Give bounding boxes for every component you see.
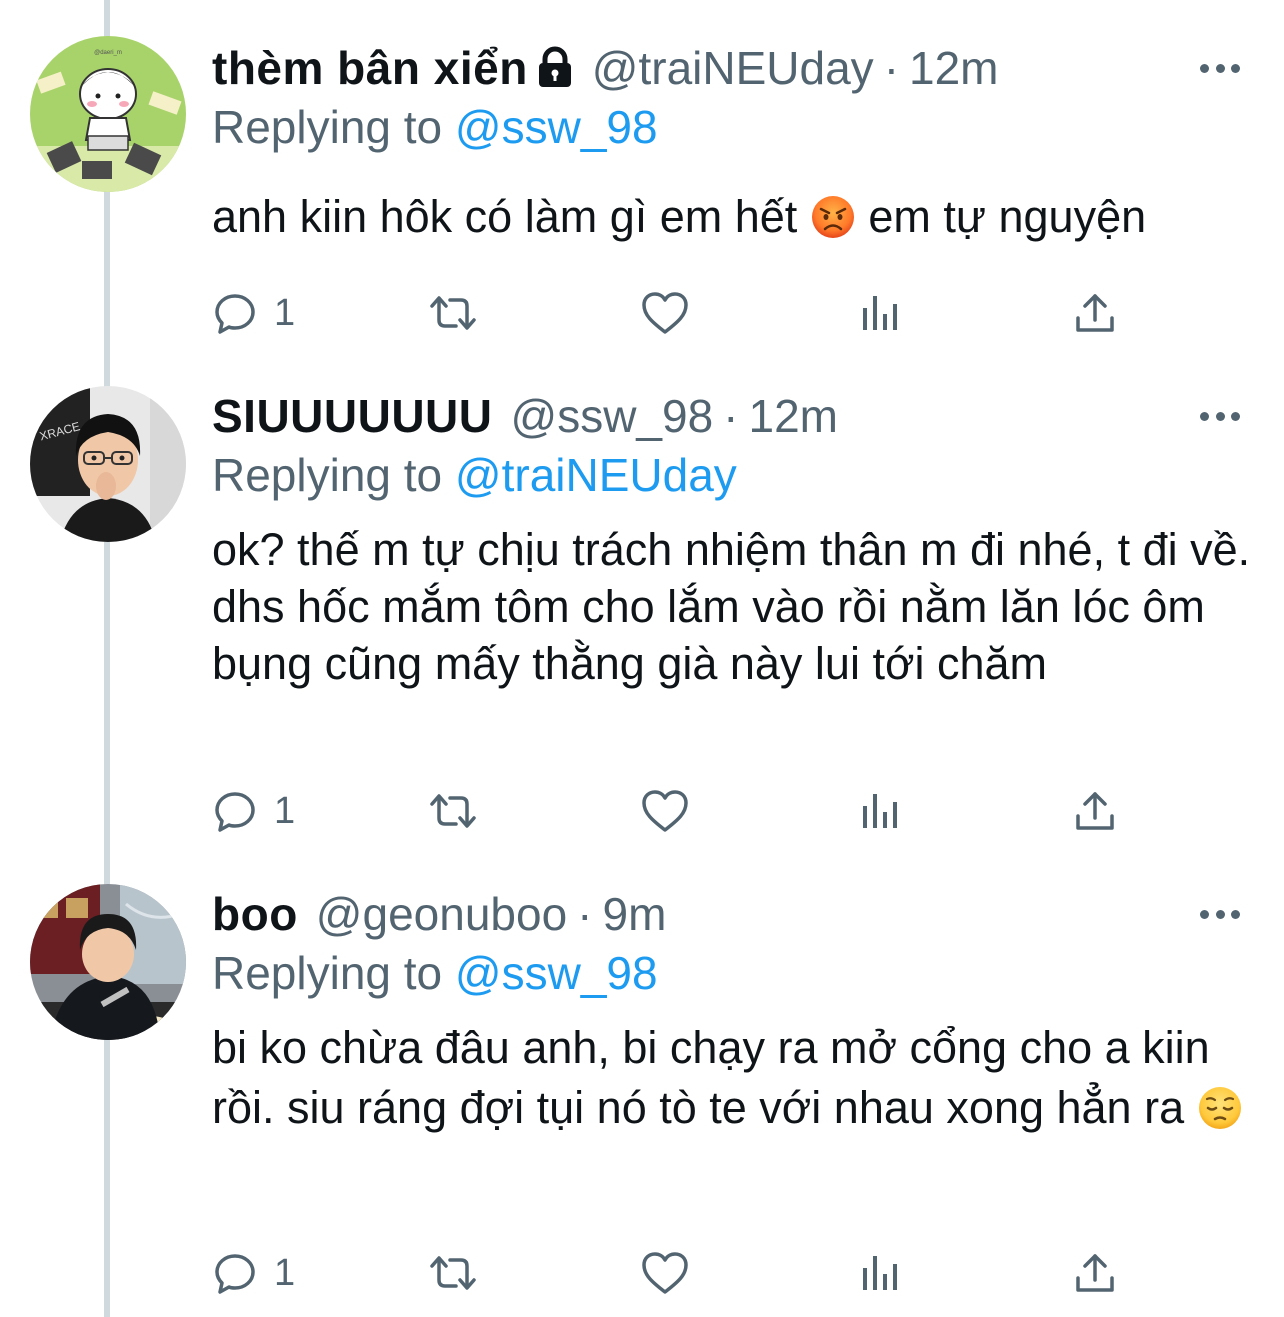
retweet-icon — [430, 794, 476, 828]
retweet-icon — [430, 1256, 476, 1290]
share-icon — [1076, 792, 1114, 830]
display-name[interactable]: boo — [212, 887, 298, 941]
tweet-text-part-1: anh kiin hôk có làm gì em hết — [212, 191, 798, 242]
retweet-icon — [430, 296, 476, 330]
reply-count: 1 — [274, 291, 296, 334]
reply-icon — [215, 792, 255, 832]
heart-icon — [642, 1252, 688, 1294]
like-button[interactable] — [640, 1248, 690, 1298]
replying-to-line: Replying to @traiNEUday — [212, 448, 737, 502]
heart-icon — [642, 790, 688, 832]
analytics-button[interactable] — [858, 786, 904, 836]
reply-button[interactable]: 1 — [212, 786, 295, 836]
share-button[interactable] — [1072, 1248, 1118, 1298]
lock-icon — [536, 46, 574, 90]
reply-icon — [215, 1254, 255, 1294]
tweet-text: anh kiin hôk có làm gì em hết em tự nguy… — [212, 188, 1252, 245]
avatar[interactable]: XRACE — [30, 386, 186, 542]
share-icon — [1076, 1254, 1114, 1292]
retweet-button[interactable] — [426, 288, 480, 338]
thread-connector-line — [104, 0, 110, 1317]
tweet-actions: 1 — [212, 288, 1132, 338]
user-handle[interactable]: @geonuboo — [316, 887, 567, 941]
replying-to-line: Replying to @ssw_98 — [212, 100, 658, 154]
tweet-text: ok? thế m tự chịu trách nhiệm thân m đi … — [212, 524, 1251, 689]
analytics-icon — [863, 296, 897, 330]
user-handle[interactable]: @traiNEUday — [592, 41, 874, 95]
reply-icon — [215, 294, 255, 334]
avatar[interactable]: @daeri_m — [30, 36, 186, 192]
replying-to-mention[interactable]: @traiNEUday — [455, 449, 737, 501]
timestamp[interactable]: 9m — [603, 887, 667, 941]
analytics-icon — [863, 794, 897, 828]
tweet-header: boo @geonuboo · 9m — [212, 884, 666, 944]
tweet-text-part-1: bi ko chừa đâu anh, bi chạy ra mở cổng c… — [212, 1022, 1210, 1133]
analytics-button[interactable] — [858, 1248, 904, 1298]
timestamp[interactable]: 12m — [749, 389, 838, 443]
replying-to-mention[interactable]: @ssw_98 — [455, 947, 658, 999]
share-icon — [1076, 294, 1114, 332]
tweet-text: bi ko chừa đâu anh, bi chạy ra mở cổng c… — [212, 1018, 1252, 1138]
display-name[interactable]: thèm bân xiển — [212, 41, 528, 95]
share-button[interactable] — [1072, 288, 1118, 338]
retweet-button[interactable] — [426, 1248, 480, 1298]
analytics-icon — [863, 1256, 897, 1290]
user-handle[interactable]: @ssw_98 — [511, 389, 714, 443]
replying-to-label: Replying to — [212, 101, 443, 153]
svg-text:@daeri_m: @daeri_m — [94, 50, 122, 56]
avatar[interactable] — [30, 884, 186, 1040]
tweet-header: thèm bân xiển @traiNEUday · 12m — [212, 38, 999, 98]
reply-button[interactable]: 1 — [212, 1248, 295, 1298]
separator-dot: · — [883, 42, 900, 94]
replying-to-line: Replying to @ssw_98 — [212, 946, 658, 1000]
tweet-actions: 1 — [212, 1248, 1132, 1298]
more-options-icon[interactable] — [1200, 908, 1240, 920]
reply-button[interactable]: 1 — [212, 288, 295, 338]
display-name[interactable]: SIUUUUUUU — [212, 389, 493, 443]
pensive-face-icon — [1197, 1085, 1243, 1131]
tweet-actions: 1 — [212, 786, 1132, 836]
pouting-face-icon — [810, 194, 856, 240]
like-button[interactable] — [640, 288, 690, 338]
like-button[interactable] — [640, 786, 690, 836]
tweet-header: SIUUUUUUU @ssw_98 · 12m — [212, 386, 838, 446]
replying-to-label: Replying to — [212, 449, 443, 501]
retweet-button[interactable] — [426, 786, 480, 836]
heart-icon — [642, 292, 688, 334]
timestamp[interactable]: 12m — [909, 41, 998, 95]
reply-count: 1 — [274, 1251, 296, 1294]
replying-to-mention[interactable]: @ssw_98 — [455, 101, 658, 153]
reply-count: 1 — [274, 789, 296, 832]
share-button[interactable] — [1072, 786, 1118, 836]
separator-dot: · — [577, 888, 593, 940]
replying-to-label: Replying to — [212, 947, 443, 999]
analytics-button[interactable] — [858, 288, 904, 338]
more-options-icon[interactable] — [1200, 62, 1240, 74]
more-options-icon[interactable] — [1200, 410, 1240, 422]
tweet-text-part-2: em tự nguyện — [868, 191, 1147, 242]
separator-dot: · — [723, 390, 739, 442]
